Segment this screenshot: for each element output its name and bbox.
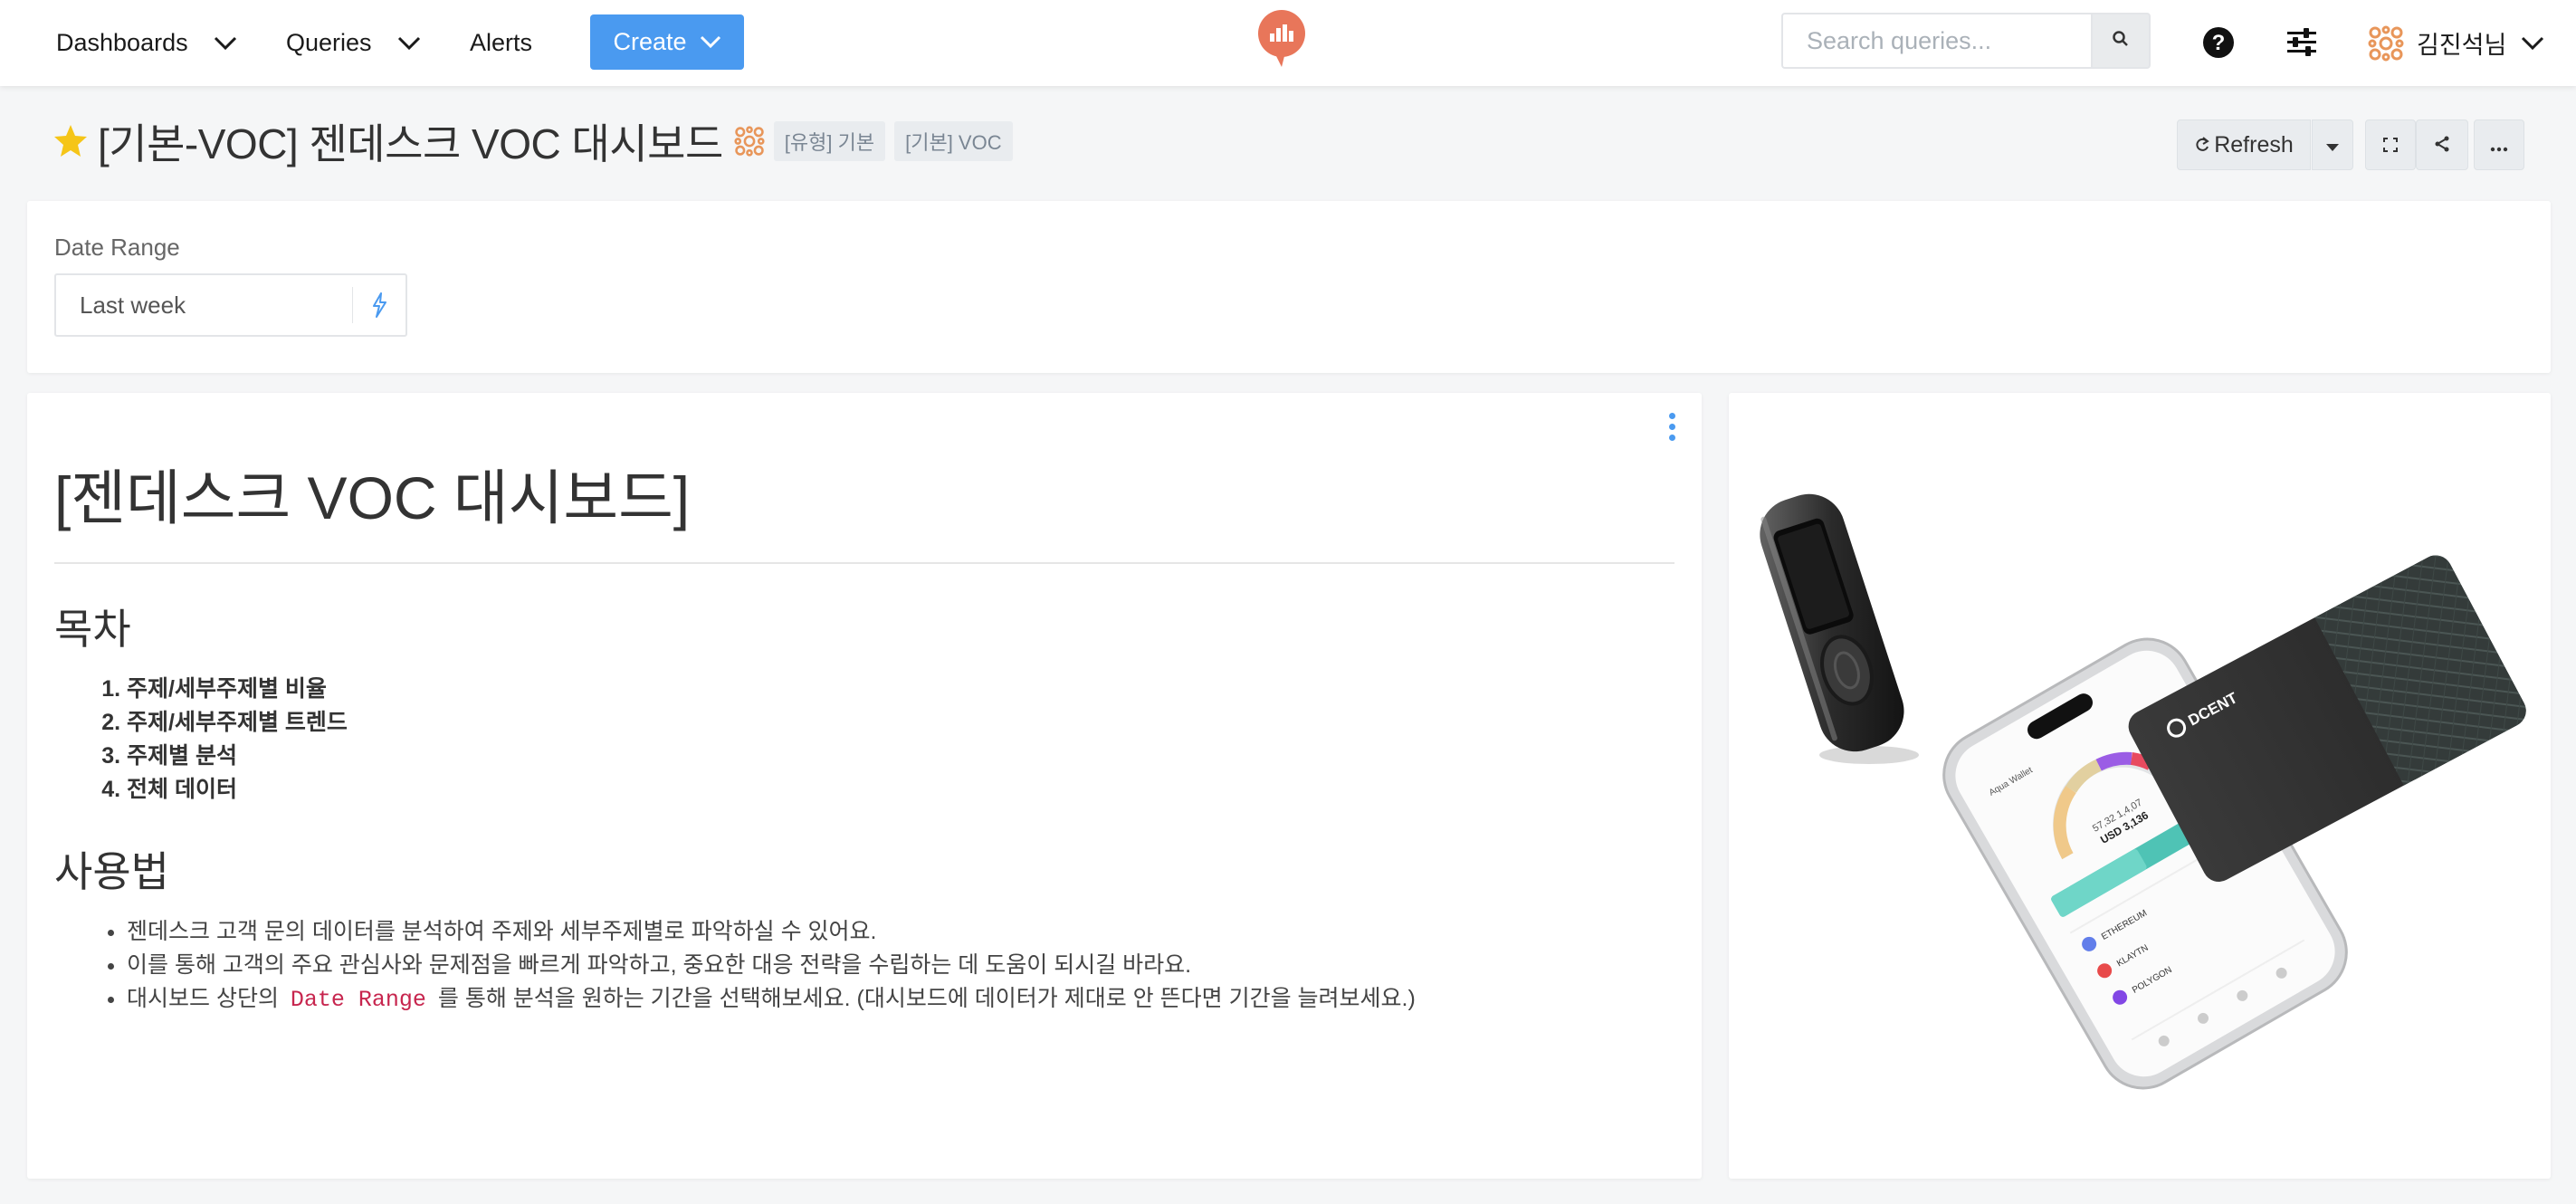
- caret-down-icon: [2325, 132, 2340, 158]
- product-image: 57,32 1,4,07 USD 3,136 Aqua Wallet ETHER…: [1760, 493, 2526, 1090]
- search-icon: [2112, 30, 2130, 53]
- chevron-down-icon: [700, 35, 721, 49]
- date-range-label: Date Range: [54, 234, 180, 261]
- chevron-down-icon[interactable]: [397, 36, 421, 51]
- nav-alerts-label: Alerts: [470, 29, 533, 56]
- fullscreen-button[interactable]: [2365, 119, 2416, 170]
- usage-item-suffix: 를 통해 분석을 원하는 기간을 선택해보세요. (대시보드에 데이터가 제대로…: [437, 985, 1416, 1011]
- tag-badge[interactable]: [유형] 기본: [773, 121, 886, 161]
- chevron-down-icon[interactable]: [214, 36, 237, 51]
- search-button[interactable]: [2091, 13, 2151, 69]
- refresh-label: Refresh: [2214, 131, 2294, 158]
- fullscreen-icon: [2383, 132, 2398, 158]
- markdown-content: [젠데스크 VOC 대시보드] 목차 주제/세부주제별 비율 주제/세부주제별 …: [54, 465, 1674, 1017]
- help-icon[interactable]: ?: [2196, 20, 2241, 65]
- usage-item-prefix: 대시보드 상단의: [127, 985, 279, 1011]
- avatar: [2368, 25, 2404, 61]
- toc-item: 전체 데이터: [127, 773, 1674, 807]
- dashboard-header: [기본-VOC] 젠데스크 VOC 대시보드 [유형] 기본 [기본] VOC: [52, 112, 1013, 170]
- nav-dashboards[interactable]: Dashboards: [56, 0, 237, 86]
- share-button[interactable]: [2416, 119, 2468, 170]
- share-icon: [2434, 132, 2450, 158]
- create-button-label: Create: [613, 28, 687, 55]
- chevron-down-icon: [2521, 36, 2544, 51]
- star-icon[interactable]: [52, 123, 89, 159]
- usage-item: 이를 통해 고객의 주요 관심사와 문제점을 빠르게 파악하고, 중요한 대응 …: [127, 949, 1674, 982]
- bolt-icon[interactable]: [353, 292, 405, 318]
- sliders-icon[interactable]: [2279, 20, 2324, 65]
- usage-list: 젠데스크 고객 문의 데이터를 분석하여 주제와 세부주제별로 파악하실 수 있…: [54, 915, 1674, 1017]
- refresh-button[interactable]: Refresh: [2177, 119, 2311, 170]
- user-menu[interactable]: 김진석님: [2368, 0, 2544, 86]
- toc-heading: 목차: [54, 605, 131, 653]
- page-title: [기본-VOC] 젠데스크 VOC 대시보드: [98, 120, 723, 167]
- more-options-button[interactable]: [2474, 119, 2524, 170]
- hardware-wallet-icon: [1760, 493, 1904, 752]
- user-name: 김진석님: [2417, 32, 2507, 59]
- more-icon: [2490, 132, 2508, 158]
- nav-dashboards-label: Dashboards: [56, 29, 188, 56]
- inline-code: Date Range: [290, 986, 426, 1013]
- refresh-options-button[interactable]: [2312, 119, 2353, 170]
- nav-queries[interactable]: Queries: [286, 0, 421, 86]
- toc-item: 주제/세부주제별 비율: [127, 673, 1674, 706]
- widget-menu-icon[interactable]: [1658, 404, 1685, 449]
- filters-panel: Date Range Last week: [27, 201, 2551, 373]
- search-input[interactable]: [1781, 13, 2091, 69]
- date-range-value[interactable]: Last week: [56, 291, 352, 320]
- image-widget: 57,32 1,4,07 USD 3,136 Aqua Wallet ETHER…: [1729, 393, 2551, 1179]
- redash-logo-icon[interactable]: [1256, 9, 1307, 69]
- text-widget: [젠데스크 VOC 대시보드] 목차 주제/세부주제별 비율 주제/세부주제별 …: [27, 393, 1702, 1179]
- usage-heading: 사용법: [54, 847, 169, 895]
- date-range-input[interactable]: Last week: [54, 273, 407, 337]
- tag-badge[interactable]: [기본] VOC: [894, 121, 1013, 161]
- nav-queries-label: Queries: [286, 29, 372, 56]
- toc-item: 주제별 분석: [127, 740, 1674, 773]
- toc-list: 주제/세부주제별 비율 주제/세부주제별 트렌드 주제별 분석 전체 데이터: [54, 673, 1674, 807]
- refresh-icon: [2194, 137, 2210, 153]
- widget-heading: [젠데스크 VOC 대시보드]: [54, 465, 1674, 564]
- nav-alerts[interactable]: Alerts: [470, 0, 532, 86]
- usage-item: 젠데스크 고객 문의 데이터를 분석하여 주제와 세부주제별로 파악하실 수 있…: [127, 915, 1674, 949]
- usage-item: 대시보드 상단의 Date Range 를 통해 분석을 원하는 기간을 선택해…: [127, 982, 1674, 1017]
- top-navbar: Dashboards Queries Alerts Create Search …: [0, 0, 2576, 86]
- create-button[interactable]: Create: [590, 14, 744, 70]
- toc-item: 주제/세부주제별 트렌드: [127, 706, 1674, 740]
- creator-avatar: [734, 126, 765, 157]
- svg-text:?: ?: [2212, 31, 2226, 55]
